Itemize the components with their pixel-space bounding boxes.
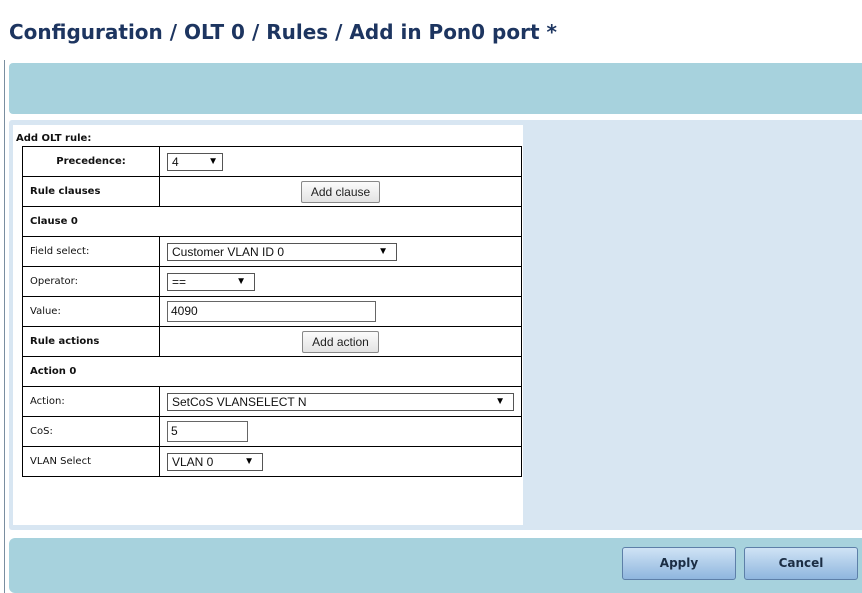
value-input[interactable]: 4090 xyxy=(167,301,376,322)
action-header: Action 0 xyxy=(22,356,522,387)
operator-cell: == ▼ xyxy=(159,266,522,297)
vlan-select-label: VLAN Select xyxy=(22,446,160,477)
action-header-row: Action 0 xyxy=(22,356,522,387)
value-cell: 4090 xyxy=(159,296,522,327)
clause-header-row: Clause 0 xyxy=(22,206,522,237)
precedence-cell: 4 ▼ xyxy=(159,146,522,177)
precedence-label: Precedence: xyxy=(22,146,160,177)
cos-cell: 5 xyxy=(159,416,522,447)
operator-label: Operator: xyxy=(22,266,160,297)
vlan-select-value: VLAN 0 xyxy=(172,454,214,469)
vlan-select-dropdown[interactable]: VLAN 0 ▼ xyxy=(167,452,263,471)
top-toolbar-band xyxy=(9,63,862,114)
rule-actions-row: Rule actions Add action xyxy=(22,326,522,357)
action-value: SetCoS VLANSELECT N xyxy=(172,394,307,409)
vlan-select-cell: VLAN 0 ▼ xyxy=(159,446,522,477)
cos-label: CoS: xyxy=(22,416,160,447)
field-select-label: Field select: xyxy=(22,236,160,267)
vlan-select-row: VLAN Select VLAN 0 ▼ xyxy=(22,446,522,477)
chevron-down-icon: ▼ xyxy=(208,155,218,167)
precedence-value: 4 xyxy=(172,154,179,169)
value-row: Value: 4090 xyxy=(22,296,522,327)
rule-actions-label: Rule actions xyxy=(22,326,160,357)
chevron-down-icon: ▼ xyxy=(495,395,505,407)
value-label: Value: xyxy=(22,296,160,327)
field-select-value: Customer VLAN ID 0 xyxy=(172,244,285,259)
action-cell: SetCoS VLANSELECT N ▼ xyxy=(159,386,522,417)
cos-input[interactable]: 5 xyxy=(167,421,248,442)
rule-clauses-cell: Add clause xyxy=(159,176,522,207)
add-action-button[interactable]: Add action xyxy=(302,330,379,353)
rule-actions-cell: Add action xyxy=(159,326,522,357)
chevron-down-icon: ▼ xyxy=(236,275,246,287)
action-select[interactable]: SetCoS VLANSELECT N ▼ xyxy=(167,392,514,411)
left-divider xyxy=(4,60,5,593)
rule-table: Precedence: 4 ▼ Rule clauses Add clause … xyxy=(22,146,522,477)
form-caption: Add OLT rule: xyxy=(16,133,92,144)
precedence-select[interactable]: 4 ▼ xyxy=(167,152,223,171)
operator-row: Operator: == ▼ xyxy=(22,266,522,297)
field-select-dropdown[interactable]: Customer VLAN ID 0 ▼ xyxy=(167,242,397,261)
rule-clauses-row: Rule clauses Add clause xyxy=(22,176,522,207)
chevron-down-icon: ▼ xyxy=(378,245,388,257)
precedence-row: Precedence: 4 ▼ xyxy=(22,146,522,177)
field-select-row: Field select: Customer VLAN ID 0 ▼ xyxy=(22,236,522,267)
rule-clauses-label: Rule clauses xyxy=(22,176,160,207)
action-row: Action: SetCoS VLANSELECT N ▼ xyxy=(22,386,522,417)
operator-select[interactable]: == ▼ xyxy=(167,272,255,291)
cos-row: CoS: 5 xyxy=(22,416,522,447)
clause-header: Clause 0 xyxy=(22,206,522,237)
page-title: Configuration / OLT 0 / Rules / Add in P… xyxy=(9,20,557,44)
chevron-down-icon: ▼ xyxy=(244,455,254,467)
add-clause-button[interactable]: Add clause xyxy=(300,180,381,203)
rule-form: Add OLT rule: Precedence: 4 ▼ Rule claus… xyxy=(13,125,523,525)
apply-button[interactable]: Apply xyxy=(622,547,736,580)
action-label: Action: xyxy=(22,386,160,417)
operator-value: == xyxy=(172,274,187,289)
cancel-button[interactable]: Cancel xyxy=(744,547,858,580)
field-select-cell: Customer VLAN ID 0 ▼ xyxy=(159,236,522,267)
